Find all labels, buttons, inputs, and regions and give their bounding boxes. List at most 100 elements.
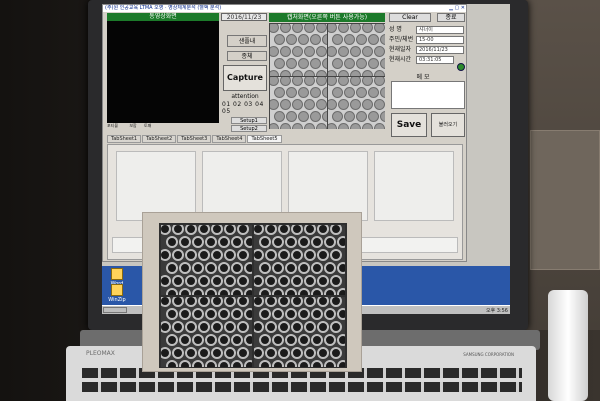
small-icon-label[interactable]: 보합 (129, 123, 136, 128)
small-icon-label[interactable]: 토패 (144, 123, 151, 128)
cell-texture (338, 46, 349, 57)
cell-texture (304, 249, 316, 261)
photo-scene: Word WinZip 오후 3:56 (주)원 인공교육 LTMA 오영 · … (0, 0, 600, 401)
cell-texture (172, 275, 184, 287)
field-label: 현재시간 (389, 56, 412, 63)
cell-texture (328, 46, 337, 57)
time-field[interactable]: 03:31:05 (416, 56, 454, 64)
cell-texture (254, 225, 264, 235)
attention-numbers[interactable]: 01 02 03 04 05 (222, 101, 268, 115)
keyboard-brand: PLEOMAX (86, 350, 115, 357)
cell-texture (362, 46, 373, 57)
cell-texture (254, 275, 264, 287)
cell-texture (230, 334, 243, 346)
load-button[interactable]: 불러오기 (431, 113, 465, 137)
cell-texture (368, 34, 379, 45)
cell-texture (211, 347, 223, 359)
cell-texture (270, 24, 279, 33)
capture-button[interactable]: Capture (223, 65, 267, 91)
tab-sheet1[interactable]: TabSheet1 (107, 135, 142, 143)
cell-texture (270, 123, 279, 129)
live-video-view (107, 21, 219, 123)
cell-texture (271, 288, 284, 295)
cell-texture (316, 123, 327, 129)
cell-texture (332, 34, 343, 45)
cell-texture (336, 288, 345, 295)
cell-texture (304, 297, 316, 307)
id-field[interactable]: 15-00 (416, 36, 464, 44)
cell-texture (298, 34, 309, 45)
small-icon-label[interactable]: 포티블 (107, 123, 118, 128)
cell-texture (374, 77, 385, 86)
cell-texture (310, 34, 321, 45)
tab-sheet2[interactable]: TabSheet2 (142, 135, 177, 143)
cell-texture (336, 360, 345, 367)
cell-texture (316, 46, 327, 57)
taskbar-clock: 오후 3:56 (485, 308, 508, 314)
card-quadrant-2 (254, 225, 345, 295)
panel-box (116, 151, 196, 221)
save-button[interactable]: Save (391, 113, 427, 137)
start-button[interactable] (103, 307, 127, 313)
cell-texture (362, 123, 373, 129)
cell-texture (161, 249, 171, 261)
name-field[interactable]: 샤너이 (416, 26, 464, 34)
cell-texture (258, 334, 271, 346)
cell-texture (304, 77, 315, 86)
cell-texture (368, 58, 379, 69)
cell-texture (304, 123, 315, 129)
close-button[interactable]: 종료 (437, 13, 465, 22)
cell-texture (374, 123, 385, 129)
cell-texture (198, 275, 210, 287)
tab-sheet5[interactable]: TabSheet5 (247, 135, 282, 143)
cell-texture (286, 87, 297, 98)
setup2-button[interactable]: Setup2 (231, 125, 267, 132)
tab-sheet3[interactable]: TabSheet3 (177, 135, 212, 143)
clear-button[interactable]: Clear (389, 13, 431, 22)
cell-texture (344, 58, 355, 69)
cell-texture (330, 321, 342, 333)
memo-textarea[interactable] (391, 81, 465, 109)
cell-texture (191, 334, 204, 346)
cell-texture (291, 249, 303, 261)
cell-texture (237, 249, 249, 261)
cell-texture (298, 58, 309, 69)
capture-image-4[interactable] (328, 77, 385, 129)
cell-texture (265, 347, 277, 359)
cell-texture (362, 77, 373, 86)
cell-texture (356, 111, 367, 122)
sample-button[interactable]: 샌플내 (227, 35, 267, 47)
capture-image-3[interactable] (270, 77, 327, 129)
cell-texture (350, 70, 361, 76)
cell-texture (310, 236, 323, 248)
cell-texture (198, 347, 210, 359)
cell-texture (243, 262, 252, 274)
cell-texture (322, 87, 327, 98)
cell-texture (322, 111, 327, 122)
cell-texture (310, 334, 323, 346)
setup1-button[interactable]: Setup1 (231, 117, 267, 124)
cell-texture (185, 347, 197, 359)
cell-texture (217, 236, 230, 248)
cell-texture (165, 334, 178, 346)
tab-sheet4[interactable]: TabSheet4 (212, 135, 247, 143)
cell-texture (330, 225, 342, 235)
cell-texture (185, 249, 197, 261)
cell-texture (278, 297, 290, 307)
cell-texture (291, 297, 303, 307)
cell-texture (237, 225, 249, 235)
cell-texture (297, 308, 310, 320)
window-controls[interactable]: ▁ ▢ ✕ (449, 5, 465, 12)
capture-image-2[interactable] (328, 24, 385, 76)
cell-texture (304, 225, 316, 235)
cell-texture (328, 70, 337, 76)
cell-texture (185, 297, 197, 307)
total-button[interactable]: 종체 (227, 51, 267, 61)
cell-texture (280, 99, 291, 110)
cell-texture (328, 24, 337, 33)
cell-texture (237, 275, 249, 287)
cell-texture (198, 297, 210, 307)
cell-texture (185, 225, 197, 235)
date-field[interactable]: 2016/11/23 (416, 46, 464, 54)
capture-image-1[interactable] (270, 24, 327, 76)
